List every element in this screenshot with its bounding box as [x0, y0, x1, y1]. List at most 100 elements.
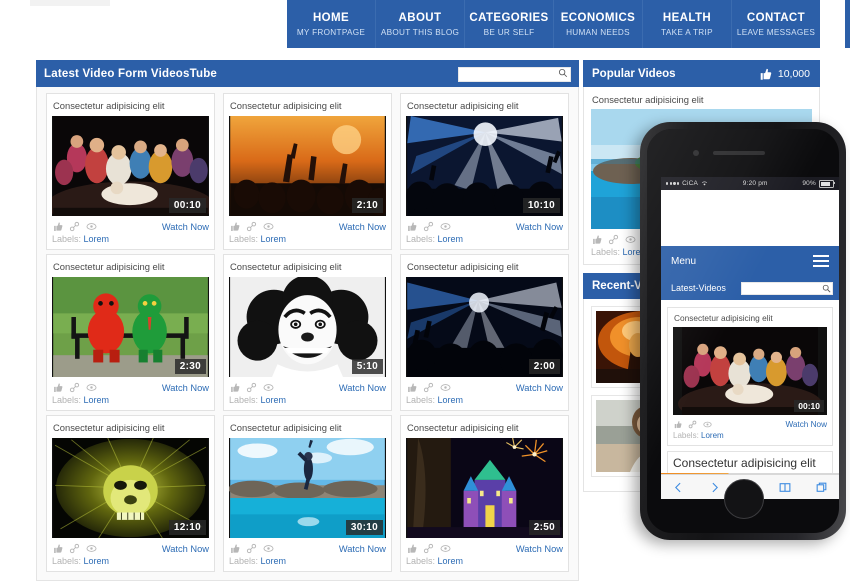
thumbs-up-icon[interactable] [406, 382, 417, 393]
hamburger-icon[interactable] [813, 254, 829, 268]
watch-now-link[interactable]: Watch Now [785, 420, 827, 429]
eye-icon[interactable] [440, 382, 451, 393]
bookmarks-icon[interactable] [778, 481, 792, 494]
eye-icon[interactable] [86, 543, 97, 554]
nav-item-categories[interactable]: CATEGORIES BE UR SELF [465, 0, 554, 48]
labels-prefix: Labels: [229, 395, 261, 405]
link-icon[interactable] [69, 543, 80, 554]
watch-now-link[interactable]: Watch Now [339, 544, 386, 554]
video-card[interactable]: Consectetur adipisicing elit 2:00 Watch N… [400, 254, 569, 411]
link-icon[interactable] [246, 221, 257, 232]
watch-now-link[interactable]: Watch Now [339, 383, 386, 393]
thumbs-up-icon[interactable] [229, 382, 240, 393]
labels-value[interactable]: Lorem [438, 395, 464, 405]
card-thumbnail[interactable]: 2:30 [52, 277, 209, 377]
eye-icon[interactable] [263, 382, 274, 393]
thumbs-up-icon[interactable] [52, 382, 63, 393]
card-labels: Labels: Lorem [406, 395, 563, 405]
thumbs-up-icon[interactable] [591, 234, 602, 245]
card-thumbnail[interactable]: 30:10 [229, 438, 386, 538]
video-card[interactable]: Consectetur adipisicing elit 30:10 Watch … [223, 415, 392, 572]
link-icon[interactable] [688, 420, 697, 429]
watch-now-link[interactable]: Watch Now [162, 222, 209, 232]
duration-badge: 12:10 [168, 520, 206, 535]
video-card[interactable]: Consectetur adipisicing elit 2:30 Watch N… [46, 254, 215, 411]
link-icon[interactable] [69, 382, 80, 393]
back-icon[interactable] [672, 481, 685, 494]
card-thumbnail[interactable]: 2:50 [406, 438, 563, 538]
video-card[interactable]: Consectetur adipisicing elit 2:50 Watch N… [400, 415, 569, 572]
top-left-artifact [30, 0, 110, 6]
video-card[interactable]: Consectetur adipisicing elit 10:10 Watch … [400, 93, 569, 250]
eye-icon[interactable] [86, 221, 97, 232]
home-button[interactable] [724, 479, 764, 519]
watch-now-link[interactable]: Watch Now [516, 383, 563, 393]
watch-now-link[interactable]: Watch Now [339, 222, 386, 232]
link-icon[interactable] [423, 382, 434, 393]
nav-item-about[interactable]: ABOUT ABOUT THIS BLOG [376, 0, 465, 48]
eye-icon[interactable] [86, 382, 97, 393]
search-box[interactable] [458, 66, 571, 82]
thumbs-up-icon[interactable] [673, 420, 682, 429]
phone-search-label: Latest-Videos [671, 283, 726, 293]
forward-icon[interactable] [708, 481, 721, 494]
phone-video-card[interactable]: Consectetur adipisicing elit 00:10 Watch… [667, 307, 833, 446]
labels-value[interactable]: Lorem [701, 431, 724, 440]
card-thumbnail[interactable]: 00:10 [673, 327, 827, 415]
link-icon[interactable] [423, 221, 434, 232]
phone-search-box[interactable] [741, 281, 833, 295]
nav-item-health[interactable]: HEALTH TAKE A TRIP [643, 0, 732, 48]
eye-icon[interactable] [263, 221, 274, 232]
watch-now-link[interactable]: Watch Now [516, 222, 563, 232]
labels-value[interactable]: Lorem [438, 556, 464, 566]
nav-title: HEALTH [662, 11, 712, 24]
thumbs-up-icon[interactable] [406, 221, 417, 232]
phone-video-card-next[interactable]: Consectetur adipisicing elit [667, 451, 833, 474]
search-input[interactable] [458, 66, 571, 82]
link-icon[interactable] [246, 543, 257, 554]
link-icon[interactable] [608, 234, 619, 245]
labels-value[interactable]: Lorem [84, 556, 110, 566]
video-card[interactable]: Consectetur adipisicing elit 12:10 Watch … [46, 415, 215, 572]
card-thumbnail[interactable]: 10:10 [406, 116, 563, 216]
thumbs-up-icon[interactable] [52, 543, 63, 554]
eye-icon[interactable] [440, 221, 451, 232]
card-thumbnail[interactable]: 5:10 [229, 277, 386, 377]
labels-value[interactable]: Lorem [438, 234, 464, 244]
card-icons [406, 543, 451, 554]
watch-now-link[interactable]: Watch Now [162, 383, 209, 393]
video-card[interactable]: Consectetur adipisicing elit 5:10 Watch N… [223, 254, 392, 411]
thumbs-up-icon[interactable] [406, 543, 417, 554]
thumbs-up-icon[interactable] [229, 543, 240, 554]
labels-value[interactable]: Lorem [261, 234, 287, 244]
card-thumbnail[interactable]: 2:00 [406, 277, 563, 377]
card-meta-row: Watch Now [406, 221, 563, 232]
labels-value[interactable]: Lorem [84, 234, 110, 244]
eye-icon[interactable] [625, 234, 636, 245]
eye-icon[interactable] [703, 420, 712, 429]
video-card[interactable]: Consectetur adipisicing elit 2:10 Watch N… [223, 93, 392, 250]
phone-search-input[interactable] [741, 281, 833, 295]
eye-icon[interactable] [440, 543, 451, 554]
watch-now-link[interactable]: Watch Now [516, 544, 563, 554]
link-icon[interactable] [423, 543, 434, 554]
video-card[interactable]: Consectetur adipisicing elit 00:10 Watch … [46, 93, 215, 250]
labels-value[interactable]: Lorem [84, 395, 110, 405]
nav-item-home[interactable]: HOME MY FRONTPAGE [287, 0, 376, 48]
thumbs-up-icon[interactable] [229, 221, 240, 232]
labels-value[interactable]: Lorem [261, 556, 287, 566]
phone-menu-bar[interactable]: Menu [661, 246, 839, 276]
card-title: Consectetur adipisicing elit [674, 313, 773, 323]
card-thumbnail[interactable]: 12:10 [52, 438, 209, 538]
labels-value[interactable]: Lorem [261, 395, 287, 405]
nav-item-contact[interactable]: CONTACT LEAVE MESSAGES [732, 0, 820, 48]
watch-now-link[interactable]: Watch Now [162, 544, 209, 554]
card-thumbnail[interactable]: 2:10 [229, 116, 386, 216]
nav-item-economics[interactable]: ECONOMICS HUMAN NEEDS [554, 0, 643, 48]
card-thumbnail[interactable]: 00:10 [52, 116, 209, 216]
tabs-icon[interactable] [815, 481, 828, 494]
link-icon[interactable] [69, 221, 80, 232]
thumbs-up-icon[interactable] [52, 221, 63, 232]
link-icon[interactable] [246, 382, 257, 393]
eye-icon[interactable] [263, 543, 274, 554]
